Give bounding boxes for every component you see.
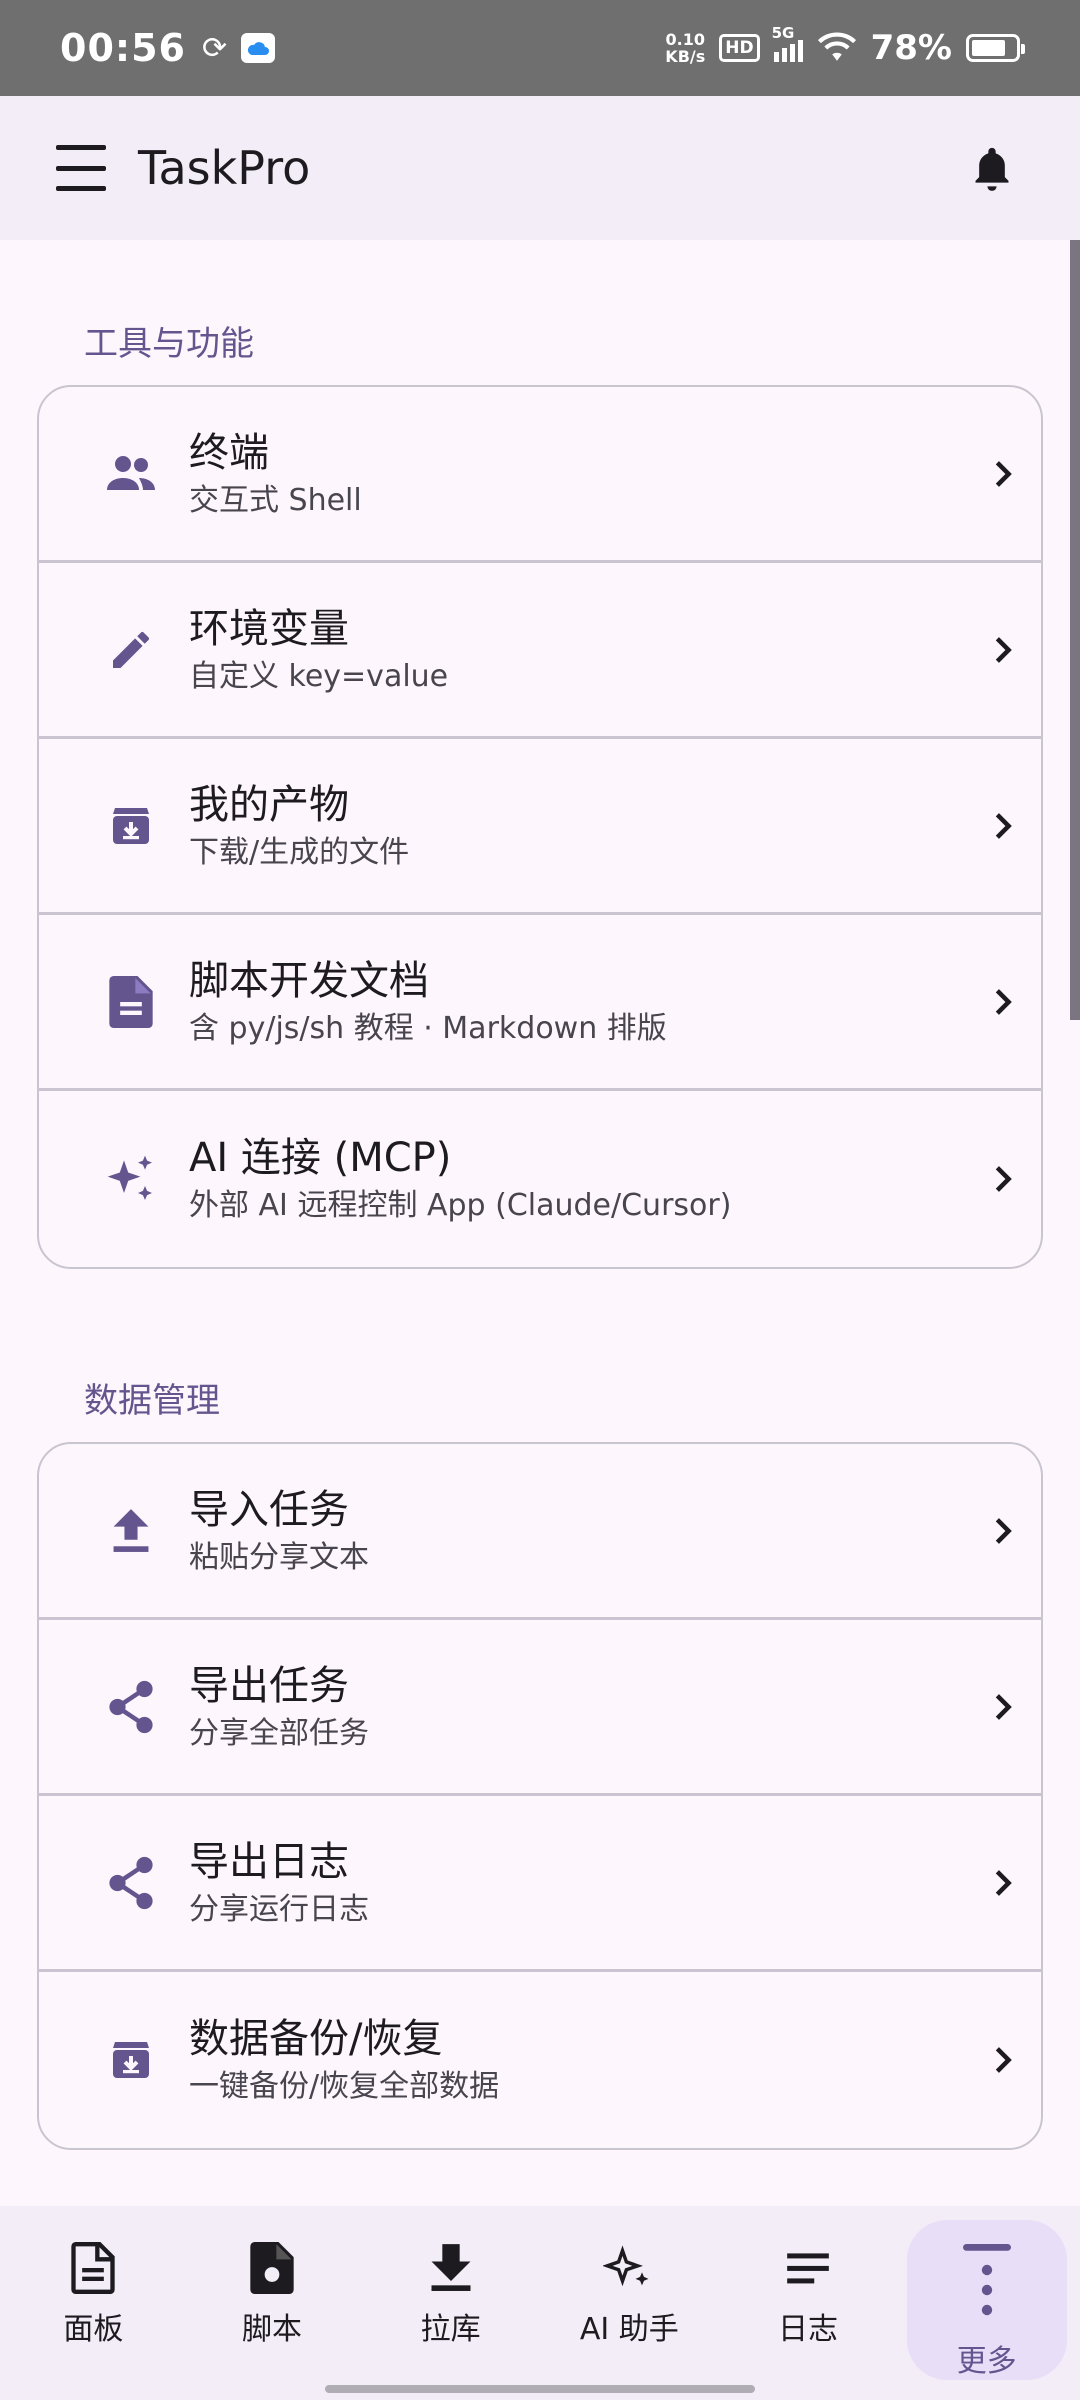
row-subtitle: 粘贴分享文本 [189,1539,369,1575]
chevron-right-icon [995,812,1012,839]
row-subtitle: 分享全部任务 [189,1715,369,1751]
share-icon [101,1677,161,1737]
section-title-data: 数据管理 [84,1381,220,1421]
row-env-vars[interactable]: 环境变量 自定义 key=value [39,563,1041,739]
sparkle-icon [603,2245,649,2287]
app-bar: TaskPro [0,96,1080,240]
status-time: 00:56 [60,26,186,70]
row-label: 环境变量 [189,605,349,652]
nav-panel[interactable]: 面板 [4,2206,183,2400]
chevron-right-icon [995,636,1012,663]
row-subtitle: 交互式 Shell [189,482,362,518]
tools-card: 终端 交互式 Shell 环境变量 自定义 key=value 我的产物 下载/… [37,385,1043,1269]
list-icon [787,2253,829,2284]
nav-label: AI 助手 [579,2312,679,2347]
nav-label: 脚本 [242,2312,302,2347]
row-ai-mcp[interactable]: AI 连接 (MCP) 外部 AI 远程控制 App (Claude/Curso… [39,1091,1041,1267]
row-label: 导出日志 [189,1838,349,1885]
row-subtitle: 外部 AI 远程控制 App (Claude/Cursor) [189,1188,732,1223]
row-subtitle: 下载/生成的文件 [189,834,410,870]
battery-percent: 78% [870,28,952,68]
nav-label: 拉库 [420,2312,481,2347]
notification-bell-icon[interactable] [970,143,1014,193]
row-label: 导出任务 [189,1662,349,1709]
gesture-bar[interactable] [325,2385,755,2393]
sparkle-icon [101,1149,161,1209]
status-bar: 00:56 ⟳ 0.10 KB/s HD 5G 78% [0,0,1080,96]
download-icon [431,2244,471,2291]
row-label: 脚本开发文档 [189,957,429,1004]
battery-icon [966,34,1025,62]
nav-scripts[interactable]: 脚本 [183,2206,362,2400]
people-icon [101,444,161,504]
settings-content[interactable]: 工具与功能 终端 交互式 Shell 环境变量 自定义 key=value 我的… [0,240,1080,2206]
row-script-docs[interactable]: 脚本开发文档 含 py/js/sh 教程 · Markdown 排版 [39,915,1041,1091]
signal-icon: 5G [772,24,803,62]
chevron-right-icon [995,1869,1012,1896]
archive-icon [101,796,161,856]
row-label: 数据备份/恢复 [189,2016,443,2062]
nav-pull-repo[interactable]: 拉库 [361,2206,540,2400]
bottom-navigation: 面板 脚本 拉库 AI 助手 日志 更多 [0,2206,1080,2400]
network-speed: 0.10 KB/s [665,30,706,66]
row-label: AI 连接 (MCP) [189,1135,452,1181]
row-my-artifacts[interactable]: 我的产物 下载/生成的文件 [39,739,1041,915]
row-import-tasks[interactable]: 导入任务 粘贴分享文本 [39,1444,1041,1620]
row-subtitle: 含 py/js/sh 教程 · Markdown 排版 [189,1010,667,1046]
row-backup-restore[interactable]: 数据备份/恢复 一键备份/恢复全部数据 [39,1972,1041,2148]
hd-icon: HD [719,34,760,62]
row-terminal[interactable]: 终端 交互式 Shell [39,387,1041,563]
upload-icon [101,1501,161,1561]
row-label: 终端 [189,429,269,476]
row-subtitle: 分享运行日志 [189,1891,369,1927]
menu-icon[interactable] [56,143,106,193]
document-icon [101,972,161,1032]
scrollbar[interactable] [1070,240,1080,1020]
share-icon [101,1853,161,1913]
chevron-right-icon [995,460,1012,487]
script-file-icon [250,2242,294,2294]
sync-icon: ⟳ [201,30,228,66]
document-icon [71,2242,115,2294]
chevron-right-icon [995,1517,1012,1544]
nav-more[interactable]: 更多 [897,2206,1076,2400]
chevron-right-icon [995,2047,1012,2073]
row-subtitle: 一键备份/恢复全部数据 [189,2069,500,2104]
section-title-tools: 工具与功能 [84,324,254,364]
cloud-app-icon [241,33,276,63]
chevron-right-icon [995,1693,1012,1720]
row-label: 我的产物 [189,781,349,828]
nav-label: 更多 [956,2344,1017,2379]
row-label: 导入任务 [189,1486,349,1533]
row-export-logs[interactable]: 导出日志 分享运行日志 [39,1796,1041,1972]
nav-label: 日志 [778,2312,839,2347]
nav-logs[interactable]: 日志 [719,2206,898,2400]
chevron-right-icon [995,988,1012,1015]
nav-ai-assistant[interactable]: AI 助手 [540,2206,719,2400]
row-export-tasks[interactable]: 导出任务 分享全部任务 [39,1620,1041,1796]
nav-label: 面板 [63,2312,124,2347]
chevron-right-icon [995,1166,1012,1192]
wifi-icon [817,32,856,61]
archive-icon [101,2030,161,2090]
more-vertical-icon [962,2244,1011,2316]
data-card: 导入任务 粘贴分享文本 导出任务 分享全部任务 导出日志 分享运行日志 数据备份… [37,1442,1043,2150]
pencil-icon [101,620,161,680]
row-subtitle: 自定义 key=value [189,658,449,694]
app-title: TaskPro [138,141,311,195]
